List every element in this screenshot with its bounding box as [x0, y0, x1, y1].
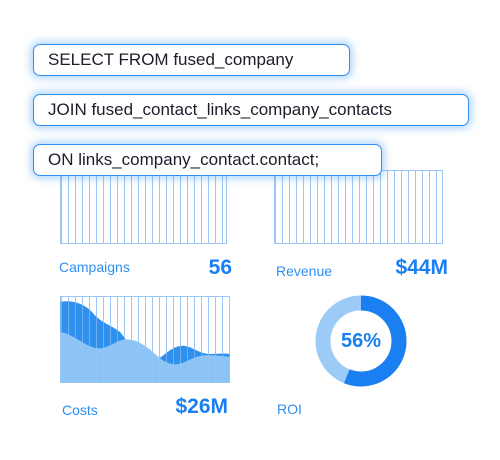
costs-label: Costs — [62, 402, 98, 418]
query-on-line: ON links_company_contact.contact; — [33, 144, 382, 176]
campaigns-value: 56 — [208, 256, 232, 279]
roi-value: 56% — [340, 330, 382, 352]
revenue-label: Revenue — [276, 263, 333, 279]
costs-stripes — [60, 296, 230, 383]
costs-value: $26M — [175, 395, 228, 418]
campaigns-panel — [60, 170, 227, 244]
revenue-value: $44M — [395, 256, 448, 279]
roi-label: ROI — [277, 401, 302, 417]
query-select-line: SELECT FROM fused_company — [33, 44, 350, 76]
campaigns-label: Campaigns — [59, 259, 130, 275]
query-join-line: JOIN fused_contact_links_company_contact… — [33, 94, 469, 126]
revenue-panel — [274, 170, 443, 244]
